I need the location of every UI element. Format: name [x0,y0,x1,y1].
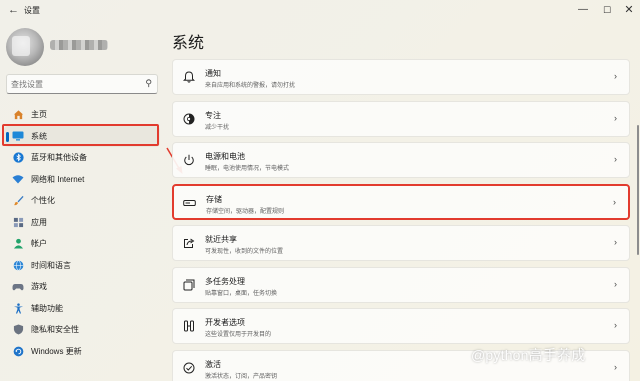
sidebar-item-bluetooth[interactable]: 蓝牙和其他设备 [4,147,160,169]
settings-list: 通知 来自应用和系统的警报，请勿打扰 › 专注 减少干扰 › 电源和电池 睡眠，… [172,59,630,381]
card-subtitle: 存储空间，驱动器，配置规则 [206,208,285,215]
sidebar-item-windows-update[interactable]: Windows 更新 [4,341,160,363]
chevron-right-icon: › [614,112,617,123]
bell-icon [182,71,195,84]
card-subtitle: 这些设置仅用于开发目的 [205,332,272,338]
sidebar-item-time-language[interactable]: 时间和语言 [4,255,160,277]
sidebar-item-network[interactable]: 网络和 Internet [4,169,160,191]
card-subtitle: 减少干扰 [205,124,230,131]
card-title: 多任务处理 [205,276,245,286]
chevron-right-icon: › [614,320,617,330]
avatar[interactable] [6,28,44,66]
gamepad-icon [12,281,24,293]
search-icon[interactable]: ⚲ [145,78,152,89]
shield-icon [12,324,24,336]
page-title: 系统 [172,35,205,52]
search-input[interactable] [11,77,141,92]
focus-icon [182,113,195,126]
card-subtitle: 激活状态，订阅，产品密钥 [205,373,278,380]
activation-icon [182,362,195,375]
sidebar-item-gaming[interactable]: 游戏 [4,276,160,298]
globe-icon [12,259,24,271]
card-subtitle: 来自应用和系统的警报，请勿打扰 [205,83,296,89]
card-title: 就近共享 [205,235,237,244]
sidebar-item-home[interactable]: 主页 [4,104,160,126]
card-nearby-sharing[interactable]: 就近共享 可发现性，收到的文件的位置 › [172,225,630,261]
search-box[interactable]: ⚲ [6,74,158,94]
watermark: @python高手养成 [471,347,586,363]
card-title: 存储 [206,194,222,204]
bluetooth-icon [12,152,24,164]
card-subtitle: 贴靠窗口，桌面，任务切换 [205,290,278,297]
maximize-button[interactable]: ☐ [598,2,616,18]
scrollbar[interactable] [637,125,639,255]
card-title: 通知 [205,69,221,78]
home-icon [12,109,24,121]
wifi-icon [12,173,24,185]
card-focus[interactable]: 专注 减少干扰 › [172,100,630,137]
card-title: 激活 [205,359,221,369]
chevron-right-icon: › [614,237,617,247]
card-power-battery[interactable]: 电源和电池 睡眠，电池使用情况，节电模式 › [172,142,630,178]
username-redacted [50,40,108,50]
card-notifications[interactable]: 通知 来自应用和系统的警报，请勿打扰 › [172,59,630,95]
sidebar-item-accounts[interactable]: 帐户 [4,233,160,255]
sidebar-item-privacy[interactable]: 隐私和安全性 [4,319,160,341]
share-icon [182,237,195,250]
sidebar-item-system[interactable]: 系统 [4,125,160,147]
sidebar-item-accessibility[interactable]: 辅助功能 [4,298,160,320]
card-multitasking[interactable]: 多任务处理 贴靠窗口，桌面，任务切换 › [172,266,630,303]
chevron-right-icon: › [614,278,617,289]
card-title: 开发者选项 [205,318,245,327]
card-subtitle: 可发现性，收到的文件的位置 [205,249,284,255]
chevron-right-icon: › [613,196,616,207]
card-subtitle: 睡眠，电池使用情况，节电模式 [205,166,290,172]
chevron-right-icon: › [614,154,617,164]
update-icon [12,345,24,357]
account-icon [12,238,24,250]
brush-icon [12,195,24,207]
sidebar-item-apps[interactable]: 应用 [4,212,160,234]
title-bar: ← 设置 — ☐ ✕ [0,0,640,22]
card-developer-options[interactable]: 开发者选项 这些设置仅用于开发目的 › [172,308,630,344]
multitask-icon [182,279,195,292]
close-button[interactable]: ✕ [620,2,638,18]
card-storage[interactable]: 存储 存储空间，驱动器，配置规则 › [172,183,630,220]
power-icon [182,154,195,167]
card-title: 电源和电池 [205,152,245,161]
back-arrow-icon[interactable]: ← [8,4,19,16]
card-title: 专注 [205,110,221,120]
storage-icon [183,197,196,210]
developer-icon [182,320,195,333]
monitor-icon [12,130,24,142]
minimize-button[interactable]: — [574,2,592,18]
sidebar-nav: 主页 系统 蓝牙和其他设备 网络和 Internet 个性化 应用 帐户 时间和… [4,104,160,362]
sidebar-item-personalization[interactable]: 个性化 [4,190,160,212]
chevron-right-icon: › [614,361,617,372]
window-title: 设置 [24,6,40,15]
chevron-right-icon: › [614,71,617,81]
accessibility-icon [12,302,24,314]
apps-icon [12,216,24,228]
